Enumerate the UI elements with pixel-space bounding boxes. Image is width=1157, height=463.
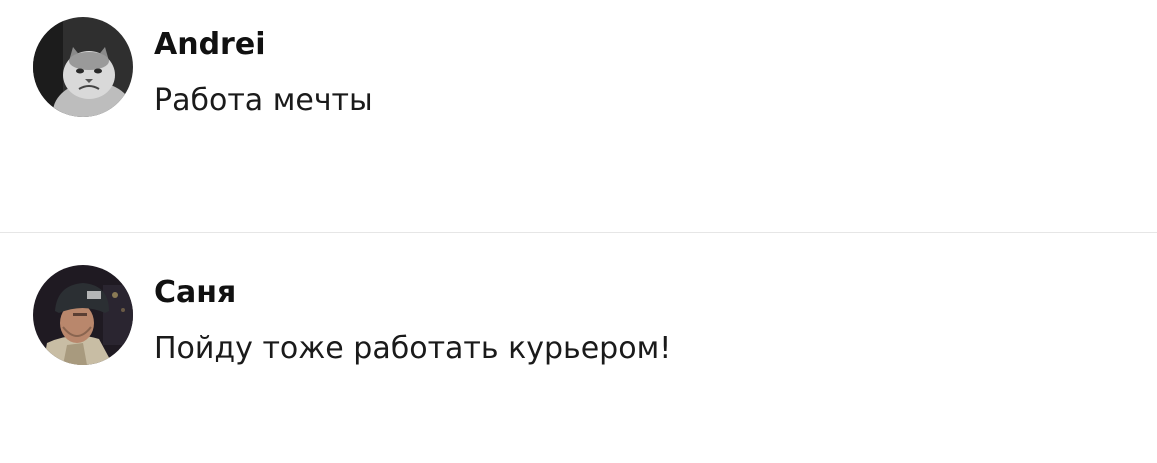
grumpy-cat-avatar-icon (33, 17, 133, 117)
soldier-avatar-icon (33, 265, 133, 365)
comment-text: Пойду тоже работать курьером! (154, 331, 672, 366)
comment-item: Andrei Работа мечты (0, 0, 1157, 232)
avatar[interactable] (33, 17, 133, 117)
comment-item: Саня Пойду тоже работать курьером! (0, 233, 1157, 463)
comment-author[interactable]: Andrei (154, 27, 265, 63)
avatar[interactable] (33, 265, 133, 365)
comment-text: Работа мечты (154, 83, 373, 118)
comment-author[interactable]: Саня (154, 275, 236, 311)
